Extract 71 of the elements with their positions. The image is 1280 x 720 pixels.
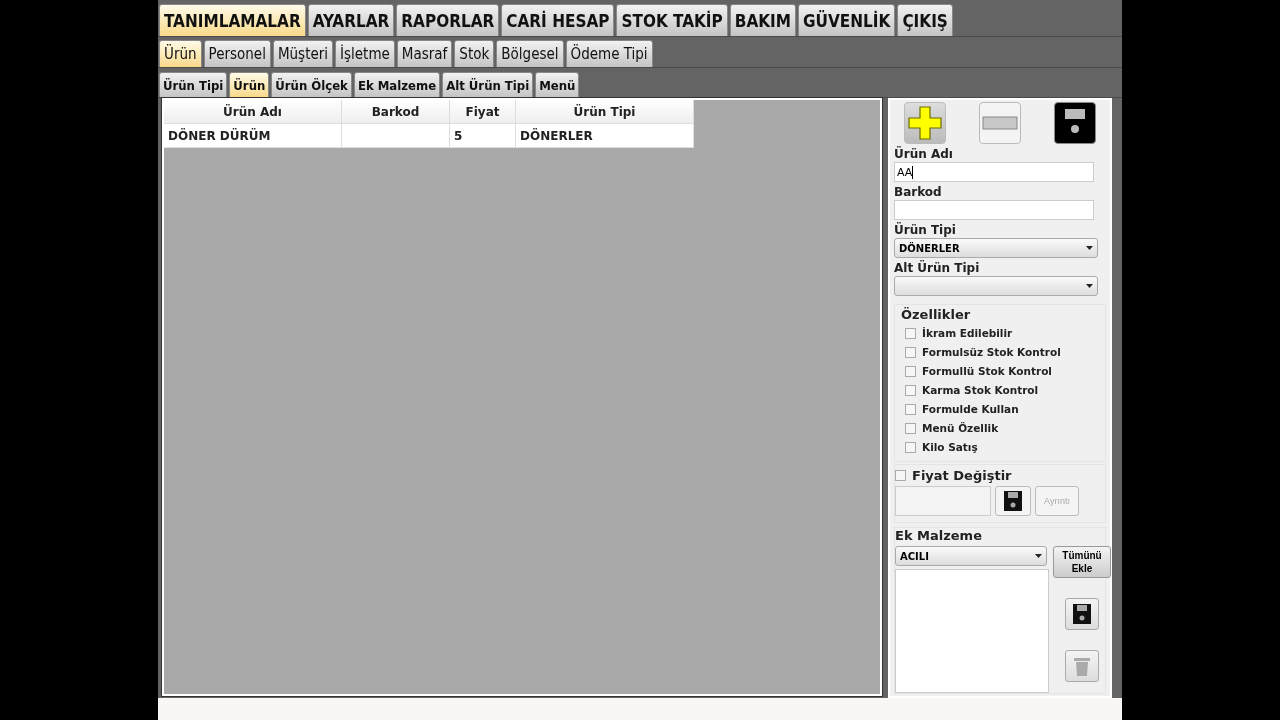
barcode-field[interactable] <box>894 200 1094 220</box>
dropdown-arrow-icon <box>1086 284 1093 288</box>
table-cell: DÖNERLER <box>516 124 694 148</box>
extras-list[interactable] <box>895 569 1049 693</box>
dropdown-arrow-icon <box>1086 246 1093 250</box>
trash-icon <box>1074 656 1090 676</box>
checkbox[interactable] <box>905 441 916 453</box>
remove-button[interactable] <box>979 102 1021 144</box>
sub-tab[interactable]: İşletme <box>335 40 395 67</box>
menu-tab[interactable]: CARİ HESAP <box>501 4 615 36</box>
column-header[interactable]: Ürün Tipi <box>516 100 694 124</box>
checkbox[interactable] <box>905 422 916 434</box>
checkbox-label: Karma Stok Kontrol <box>922 384 1039 396</box>
product-type-dropdown[interactable]: DÖNERLER <box>894 238 1098 258</box>
menu-tab[interactable]: BAKIM <box>729 4 797 36</box>
dropdown-arrow-icon <box>1035 554 1042 558</box>
field-label: Alt Ürün Tipi <box>894 261 981 276</box>
checkbox-label: İkram Edilebilir <box>922 327 1013 339</box>
checkbox[interactable] <box>905 346 916 358</box>
section-tab[interactable]: Menü <box>535 72 580 97</box>
menu-tab[interactable]: TANIMLAMALAR <box>159 4 306 36</box>
sub-tab[interactable]: Masraf <box>396 40 453 67</box>
field-label: Barkod <box>894 185 943 200</box>
checkbox[interactable] <box>905 403 916 415</box>
sub-tab[interactable]: Müşteri <box>272 40 334 67</box>
plus-icon <box>907 105 943 141</box>
price-field[interactable] <box>895 486 991 516</box>
group-title: Özellikler <box>901 307 972 322</box>
section-tab[interactable]: Ek Malzeme <box>353 72 441 97</box>
checkbox-label: Fiyat Değiştir <box>912 467 1012 483</box>
minus-icon <box>982 116 1018 130</box>
sub-tab[interactable]: Ürün <box>159 40 202 67</box>
delete-button[interactable] <box>1065 650 1099 682</box>
field-label: Ürün Tipi <box>894 223 957 238</box>
column-header[interactable]: Ürün Adı <box>164 100 342 124</box>
checkbox[interactable] <box>905 384 916 396</box>
save-button[interactable] <box>995 486 1031 516</box>
column-header[interactable]: Fiyat <box>450 100 516 124</box>
checkbox-label: Formullü Stok Kontrol <box>922 365 1052 377</box>
sub-tab[interactable]: Stok <box>454 40 495 67</box>
column-header[interactable]: Barkod <box>342 100 450 124</box>
group-title: Ek Malzeme <box>895 528 983 543</box>
table-cell: 5 <box>450 124 516 148</box>
sub-tab[interactable]: Bölgesel <box>496 40 564 67</box>
product-name-field[interactable]: AA <box>894 162 1094 182</box>
add-button[interactable] <box>904 102 946 144</box>
save-button[interactable] <box>1054 102 1096 144</box>
checkbox-label: Formulsüz Stok Kontrol <box>922 346 1061 358</box>
add-all-button[interactable]: Tümünü Ekle <box>1053 546 1111 578</box>
menu-tab[interactable]: RAPORLAR <box>396 4 500 36</box>
sub-type-dropdown[interactable] <box>894 276 1098 296</box>
extras-dropdown[interactable]: ACILI <box>895 546 1047 566</box>
field-label: Ürün Adı <box>894 147 954 162</box>
menu-tab[interactable]: ÇIKIŞ <box>897 4 953 36</box>
checkbox[interactable] <box>905 365 916 377</box>
sub-tab[interactable]: Ödeme Tipi <box>565 40 653 67</box>
table-cell: DÖNER DÜRÜM <box>164 124 342 148</box>
checkbox-label: Formulde Kullan <box>922 403 1019 415</box>
checkbox[interactable] <box>905 327 916 339</box>
checkbox-label: Menü Özellik <box>922 422 999 434</box>
checkbox-label: Kilo Satış <box>922 441 978 453</box>
menu-tab[interactable]: AYARLAR <box>307 4 395 36</box>
section-tab[interactable]: Ürün Tipi <box>159 72 228 97</box>
menu-tab[interactable]: GÜVENLİK <box>798 4 896 36</box>
save-button[interactable] <box>1065 598 1099 630</box>
section-tab[interactable]: Alt Ürün Tipi <box>442 72 534 97</box>
checkbox[interactable] <box>895 469 906 481</box>
section-tab[interactable]: Ürün Ölçek <box>271 72 352 97</box>
menu-tab[interactable]: STOK TAKİP <box>616 4 728 36</box>
sub-tab[interactable]: Personel <box>203 40 271 67</box>
section-tab[interactable]: Ürün <box>229 72 270 97</box>
